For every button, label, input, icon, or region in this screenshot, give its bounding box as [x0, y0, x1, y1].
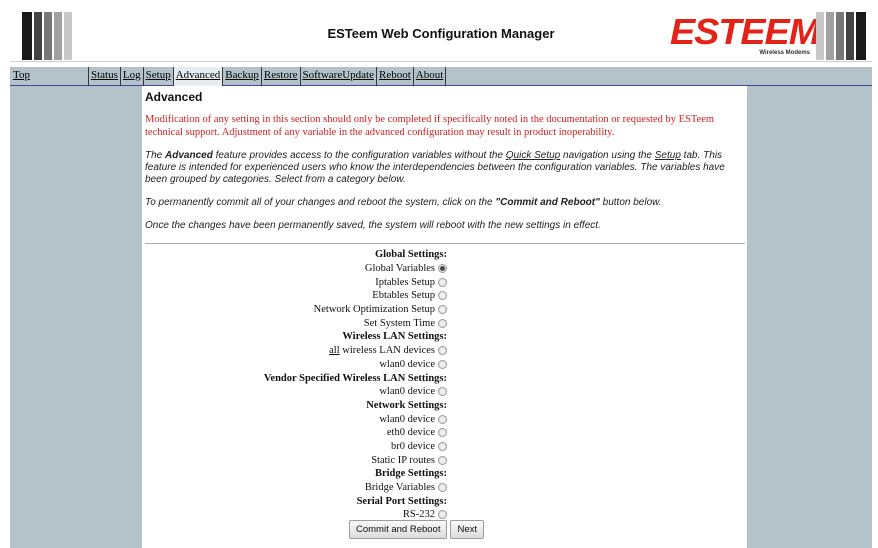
bridge-variables-label: Bridge Variables	[364, 482, 435, 494]
right-panel	[747, 86, 872, 548]
bridge-settings-header: Bridge Settings:	[374, 468, 447, 480]
tab-restore[interactable]: Restore	[260, 67, 300, 86]
network-optimization-radio[interactable]	[438, 305, 447, 315]
system-time-radio[interactable]	[438, 318, 447, 328]
net-wlan0-label: wlan0 device	[379, 413, 435, 425]
list-item[interactable]: Static IP routes	[142, 453, 747, 467]
section-header: Wireless LAN Settings:	[142, 330, 747, 344]
setup-link[interactable]: Setup	[655, 150, 681, 161]
list-item[interactable]: wlan0 device	[142, 358, 747, 372]
ebtables-radio[interactable]	[438, 291, 447, 301]
net-eth0-label: eth0 device	[386, 427, 435, 439]
rs232-radio[interactable]	[438, 510, 447, 520]
logo-text: ESTEEM	[670, 11, 820, 52]
next-button[interactable]: Next	[450, 520, 485, 539]
bridge-variables-radio[interactable]	[438, 483, 447, 493]
tab-log[interactable]: Log	[119, 67, 143, 86]
tab-reboot[interactable]: Reboot	[376, 67, 413, 86]
list-item[interactable]: br0 device	[142, 440, 747, 454]
commit-text: button below.	[599, 197, 662, 208]
settings-list: Global Settings: Global Variables Iptabl…	[142, 248, 747, 522]
network-settings-header: Network Settings:	[366, 399, 447, 411]
net-br0-radio[interactable]	[438, 441, 447, 451]
page-title: Advanced	[145, 90, 203, 104]
wlan-settings-header: Wireless LAN Settings:	[342, 331, 447, 343]
intro-bold: Advanced	[165, 150, 213, 161]
reboot-paragraph: Once the changes have been permanently s…	[145, 220, 601, 231]
net-eth0-radio[interactable]	[438, 428, 447, 438]
header-banner: ESTeem Web Configuration Manager ESTEEM …	[10, 10, 872, 62]
all-link[interactable]: all	[329, 345, 340, 356]
main-content: Advanced Modification of any setting in …	[142, 86, 747, 548]
rs232-label: RS-232	[402, 509, 435, 521]
section-header: Bridge Settings:	[142, 467, 747, 481]
vendor-settings-header: Vendor Specified Wireless LAN Settings:	[263, 372, 447, 384]
global-settings-header: Global Settings:	[374, 249, 447, 261]
logo-subtitle: Wireless Modems	[759, 50, 810, 56]
network-optimization-label: Network Optimization Setup	[313, 304, 435, 316]
serial-settings-header: Serial Port Settings:	[356, 495, 447, 507]
tab-status[interactable]: Status	[88, 67, 120, 86]
nav-top-link[interactable]: Top	[13, 69, 30, 81]
intro-text: navigation using the	[560, 150, 655, 161]
net-wlan0-radio[interactable]	[438, 414, 447, 424]
global-variables-label: Global Variables	[364, 263, 435, 275]
intro-text: feature provides access to the configura…	[212, 150, 506, 161]
tab-softwareupdate[interactable]: SoftwareUpdate	[299, 67, 376, 86]
quick-setup-link[interactable]: Quick Setup	[506, 150, 560, 161]
commit-text: To permanently commit all of your change…	[145, 197, 496, 208]
commit-reboot-button[interactable]: Commit and Reboot	[349, 520, 448, 539]
intro-paragraph: The Advanced feature provides access to …	[145, 150, 745, 186]
net-br0-label: br0 device	[390, 440, 435, 452]
list-item[interactable]: eth0 device	[142, 426, 747, 440]
iptables-label: Iptables Setup	[375, 276, 435, 288]
commit-bold: "Commit and Reboot"	[495, 197, 600, 208]
nav-tabs: Status Log Setup Advanced Backup Restore…	[88, 67, 447, 86]
button-row: Commit and Reboot Next	[349, 520, 485, 539]
static-routes-label: Static IP routes	[371, 454, 435, 466]
tab-about[interactable]: About	[412, 67, 447, 86]
ebtables-label: Ebtables Setup	[372, 290, 435, 302]
list-item[interactable]: all wireless LAN devices	[142, 344, 747, 358]
section-header: Vendor Specified Wireless LAN Settings:	[142, 371, 747, 385]
vendor-wlan0-label: wlan0 device	[379, 386, 435, 398]
list-item[interactable]: Bridge Variables	[142, 481, 747, 495]
list-item[interactable]: wlan0 device	[142, 385, 747, 399]
list-item[interactable]: Ebtables Setup	[142, 289, 747, 303]
wlan0-radio[interactable]	[438, 359, 447, 369]
section-header: Serial Port Settings:	[142, 494, 747, 508]
all-wlan-label: all wireless LAN devices	[142, 345, 435, 356]
esteem-logo: ESTEEM Wireless Modems	[670, 14, 820, 58]
right-bars-graphic	[816, 12, 866, 60]
nav-bar: Top Status Log Setup Advanced Backup Res…	[10, 67, 872, 86]
system-time-label: Set System Time	[363, 317, 435, 329]
left-panel	[10, 86, 142, 548]
list-item[interactable]: Global Variables	[142, 262, 747, 276]
static-routes-radio[interactable]	[438, 455, 447, 465]
list-item[interactable]: wlan0 device	[142, 412, 747, 426]
divider	[145, 243, 745, 244]
wlan0-label: wlan0 device	[379, 358, 435, 370]
list-item[interactable]: Set System Time	[142, 316, 747, 330]
vendor-wlan0-radio[interactable]	[438, 387, 447, 397]
iptables-radio[interactable]	[438, 277, 447, 287]
global-variables-radio[interactable]	[438, 264, 447, 274]
intro-text: The	[145, 150, 166, 161]
all-wlan-radio[interactable]	[438, 346, 447, 356]
section-header: Network Settings:	[142, 399, 747, 413]
tab-advanced[interactable]: Advanced	[172, 67, 223, 86]
tab-backup[interactable]: Backup	[222, 67, 261, 86]
section-header: Global Settings:	[142, 248, 747, 262]
list-item[interactable]: Iptables Setup	[142, 275, 747, 289]
list-item[interactable]: Network Optimization Setup	[142, 303, 747, 317]
all-wlan-text: wireless LAN devices	[339, 345, 435, 357]
warning-text: Modification of any setting in this sect…	[145, 114, 715, 138]
commit-paragraph: To permanently commit all of your change…	[145, 197, 745, 209]
tab-setup[interactable]: Setup	[142, 67, 173, 86]
